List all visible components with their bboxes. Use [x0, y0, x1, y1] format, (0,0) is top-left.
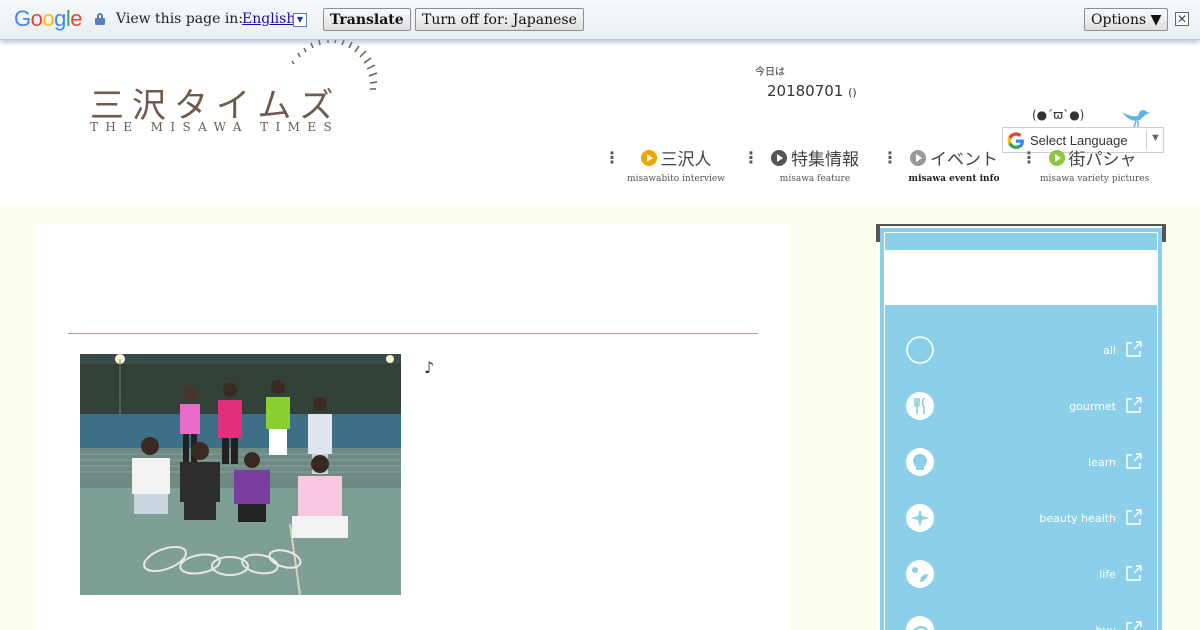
logo-english-text: THE MISAWA TIMES: [90, 120, 340, 134]
google-logo: Google: [14, 6, 83, 32]
weekday-paren: (): [848, 86, 857, 99]
nav-separator: ⋮: [882, 150, 898, 166]
view-page-label: View this page in:: [116, 11, 244, 27]
translate-button[interactable]: Translate: [323, 8, 411, 31]
date-value: 20180701: [767, 82, 844, 100]
nav-separator: ⋮: [604, 150, 620, 166]
external-link-icon: [1126, 341, 1142, 357]
options-button[interactable]: Options ▼: [1084, 8, 1169, 31]
nav-sublabel: misawabito interview: [627, 174, 725, 184]
play-icon: [910, 149, 926, 166]
category-label: learn: [1088, 456, 1116, 469]
lightbulb-icon: [906, 448, 934, 476]
nav-sublabel: misawa feature: [779, 174, 851, 184]
turn-off-button[interactable]: Turn off for: Japanese: [415, 8, 584, 31]
today-date: 20180701 (): [767, 82, 857, 100]
nav-item-event[interactable]: イベント misawa event info: [904, 145, 1004, 184]
category-life[interactable]: life: [884, 554, 1158, 594]
category-gourmet[interactable]: gourmet: [884, 386, 1158, 426]
nav-item-misawabito[interactable]: 三沢人 misawabito interview: [626, 145, 726, 184]
target-language-link[interactable]: English: [242, 11, 295, 27]
nav-label: 特集情報: [791, 150, 859, 170]
nav-item-feature[interactable]: 特集情報 misawa feature: [765, 145, 865, 184]
play-icon: [771, 149, 787, 166]
nav-label: イベント: [930, 150, 998, 170]
chevron-down-icon: ▼: [1150, 132, 1161, 144]
logo-letter: G: [14, 6, 31, 31]
translate-bar: Google View this page in: English ▼ Tran…: [0, 0, 1200, 40]
category-label: beauty health: [1039, 512, 1116, 525]
nav-label: 街パシャ: [1068, 150, 1137, 170]
close-icon[interactable]: ✕: [1175, 12, 1189, 26]
category-all[interactable]: all: [884, 330, 1158, 370]
divider: [1146, 131, 1147, 149]
leaf-icon: [906, 560, 934, 588]
category-buy[interactable]: buy: [884, 610, 1158, 630]
category-learn[interactable]: learn: [884, 442, 1158, 482]
sidebar-header-box: [884, 250, 1158, 305]
logo-letter: o: [30, 6, 43, 31]
music-note: ♪: [424, 358, 435, 377]
nav-separator: ⋮: [1021, 150, 1037, 166]
nav-sublabel: misawa event info: [908, 174, 1000, 184]
external-link-icon: [1126, 621, 1142, 630]
site-logo[interactable]: 三沢タイムズ THE MISAWA TIMES: [88, 36, 388, 136]
language-dropdown-icon[interactable]: ▼: [293, 13, 307, 27]
lock-icon: [95, 13, 105, 25]
nav-label: 三沢人: [660, 150, 712, 170]
category-beauty-health[interactable]: beauty health: [884, 498, 1158, 538]
divider: [68, 333, 758, 334]
category-label: gourmet: [1069, 400, 1116, 413]
play-icon: [640, 149, 657, 166]
sparkle-icon: [906, 504, 934, 532]
play-icon: [1048, 149, 1065, 166]
logo-letter: o: [42, 6, 55, 31]
category-label: buy: [1096, 624, 1116, 630]
nav-item-pictures[interactable]: 街パシャ misawa variety pictures: [1040, 145, 1150, 184]
utensils-icon: [906, 392, 934, 420]
category-label: all: [1103, 344, 1116, 357]
circle-icon: [906, 336, 934, 364]
external-link-icon: [1126, 397, 1142, 413]
logo-letter: g: [54, 6, 66, 31]
nav-separator: ⋮: [743, 150, 759, 166]
shopping-icon: [906, 616, 934, 630]
category-label: life: [1099, 568, 1116, 581]
external-link-icon: [1126, 565, 1142, 581]
kaomoji-text: (●´ϖ`●): [1032, 108, 1085, 122]
external-link-icon: [1126, 509, 1142, 525]
logo-letter: e: [70, 6, 83, 31]
tennis-team-photo[interactable]: [80, 354, 401, 595]
external-link-icon: [1126, 453, 1142, 469]
today-label: 今日は: [755, 67, 785, 78]
nav-sublabel: misawa variety pictures: [1040, 174, 1150, 184]
